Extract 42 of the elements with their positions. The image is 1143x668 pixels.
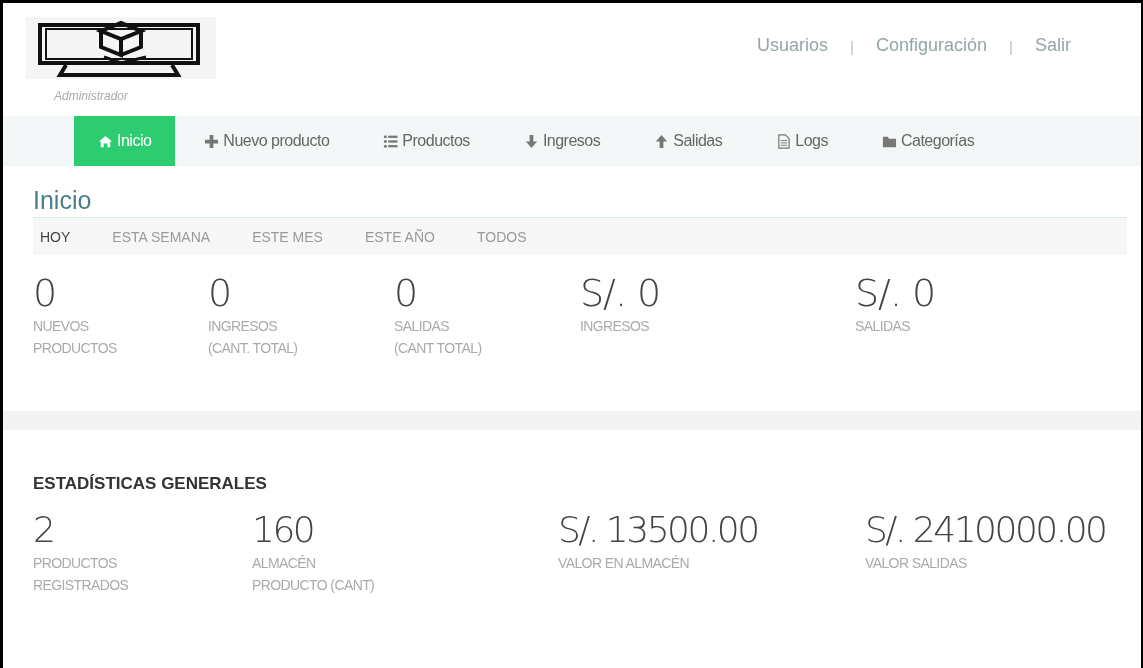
period-tab[interactable]: ESTE MES bbox=[252, 228, 323, 245]
stat-label: NUEVOS PRODUCTOS bbox=[33, 317, 118, 358]
house-icon bbox=[98, 133, 113, 149]
nav-tab[interactable]: Categorías bbox=[856, 116, 1000, 166]
header-link[interactable]: Usuarios bbox=[757, 35, 829, 56]
stat-label: SALIDAS bbox=[855, 317, 911, 336]
stat-value: S/. 2410000.00 bbox=[865, 508, 1107, 552]
document-icon bbox=[776, 133, 792, 149]
header-link[interactable]: Salir bbox=[1035, 35, 1071, 56]
nav-tab[interactable]: Productos bbox=[358, 116, 495, 166]
stat-label: SALIDAS (CANT TOTAL) bbox=[394, 317, 483, 358]
stat-value: S/. 13500.00 bbox=[558, 508, 759, 552]
arrow-up-icon bbox=[654, 133, 670, 149]
stat-label: PRODUCTOS REGISTRADOS bbox=[33, 554, 130, 595]
stat-label: ALMACÉN PRODUCTO (CANT) bbox=[252, 554, 376, 595]
header-link[interactable]: Configuración bbox=[876, 35, 988, 56]
period-tab[interactable]: HOY bbox=[40, 228, 71, 245]
stat-label: VALOR EN ALMACÉN bbox=[558, 554, 690, 573]
stat-value: S/. 0 bbox=[580, 271, 662, 315]
stat-value: 0 bbox=[33, 271, 58, 315]
period-tab[interactable]: ESTA SEMANA bbox=[112, 228, 211, 245]
stat-label: INGRESOS (CANT. TOTAL) bbox=[208, 317, 299, 358]
user-role-label: Administrador bbox=[54, 89, 128, 103]
plus-icon bbox=[204, 133, 220, 149]
stat-label: INGRESOS bbox=[580, 317, 651, 336]
separator-text: | bbox=[850, 38, 854, 55]
nav-tab[interactable]: Salidas bbox=[629, 116, 748, 166]
nav-tab[interactable]: Ingresos bbox=[498, 116, 626, 166]
period-tab[interactable]: TODOS bbox=[476, 228, 527, 245]
stat-value: 0 bbox=[208, 271, 233, 315]
stat-label: VALOR SALIDAS bbox=[865, 554, 968, 573]
section-title: ESTADÍSTICAS GENERALES bbox=[33, 474, 268, 494]
nav-tab[interactable]: Logs bbox=[751, 116, 853, 166]
stat-value: 160 bbox=[252, 508, 315, 552]
stat-value: 0 bbox=[394, 271, 419, 315]
nav-tab[interactable]: Inicio bbox=[74, 116, 176, 166]
list-icon bbox=[383, 133, 399, 149]
separator-text: | bbox=[1009, 38, 1013, 55]
nav-tab[interactable]: Nuevo producto bbox=[179, 116, 355, 166]
stat-value: 2 bbox=[33, 508, 55, 552]
stat-value: S/. 0 bbox=[855, 271, 937, 315]
period-tab[interactable]: ESTE AÑO bbox=[364, 228, 435, 245]
